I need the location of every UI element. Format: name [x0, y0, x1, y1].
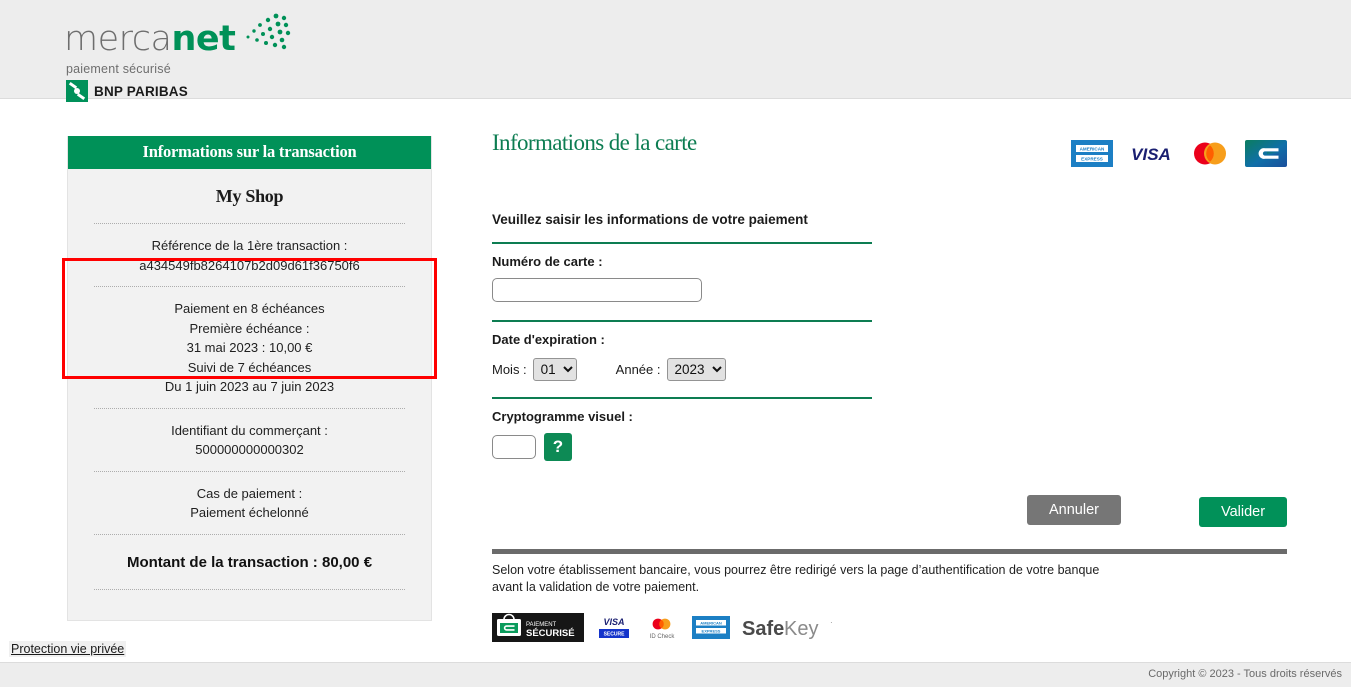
logo-wordmark: mercanet: [64, 19, 236, 59]
form-actions: Annuler Valider: [492, 495, 1287, 545]
svg-text:SÉCURISÉ: SÉCURISÉ: [526, 628, 575, 639]
mastercard-id-check-icon: ID Check: [644, 613, 680, 642]
merchant-id-block: Identifiant du commerçant : 500000000000…: [94, 409, 405, 471]
svg-text:·: ·: [830, 618, 833, 627]
mercanet-logo: mercanet paiement sécurisé BNP PARIBAS: [64, 12, 304, 102]
installment-count: Paiement en 8 échéances: [174, 301, 325, 316]
mastercard-icon: [1194, 142, 1226, 165]
cvv-help-button[interactable]: ?: [544, 433, 572, 461]
visa-secure-icon: VISA SECURE: [595, 613, 633, 642]
payment-case-block: Cas de paiement : Paiement échelonné: [94, 472, 405, 534]
svg-text:AMERICAN: AMERICAN: [1080, 147, 1105, 152]
submit-button[interactable]: Valider: [1199, 497, 1287, 527]
security-badges: PAIEMENT SÉCURISÉ VISA SECURE ID Check A…: [492, 613, 1287, 642]
cvv-label: Cryptogramme visuel :: [492, 409, 633, 424]
svg-text:VISA: VISA: [1131, 145, 1171, 164]
bank-redirect-disclaimer: Selon votre établissement bancaire, vous…: [492, 563, 1100, 594]
merchant-id-label: Identifiant du commerçant :: [171, 422, 328, 438]
transaction-reference-label: Référence de la 1ère transaction :: [151, 238, 348, 253]
logo-word-net: net: [171, 19, 236, 59]
transaction-amount-block: Montant de la transaction : 80,00 €: [94, 535, 405, 589]
cb-icon: [1245, 140, 1287, 167]
following-installments-label: Suivi de 7 échéances: [187, 359, 312, 375]
accepted-card-brands: AMERICAN EXPRESS VISA: [1071, 140, 1287, 167]
cvv-row: ?: [492, 433, 1287, 461]
safekey-wordmark-icon: Safe Key ·: [742, 618, 833, 640]
transaction-reference-block: Référence de la 1ère transaction : a4345…: [94, 224, 405, 286]
expiry-year-select[interactable]: 2023: [666, 358, 726, 381]
year-label: Année :: [615, 362, 661, 377]
svg-text:Safe: Safe: [742, 618, 784, 640]
copyright-text: Copyright © 2023 - Tous droits réservés: [1148, 668, 1342, 680]
divider: [492, 320, 872, 322]
transaction-amount-label: Montant de la transaction :: [126, 553, 318, 571]
card-form: Informations de la carte AMERICAN EXPRES…: [492, 128, 1287, 642]
divider: [492, 242, 872, 244]
svg-text:SECURE: SECURE: [604, 632, 626, 638]
transaction-panel-title: Informations sur la transaction: [68, 136, 431, 169]
amex-safekey-icon: AMERICAN EXPRESS: [692, 616, 730, 639]
first-installment-value: 31 mai 2023 : 10,00 €: [186, 340, 313, 355]
svg-text:AMERICAN: AMERICAN: [700, 620, 722, 625]
cancel-button[interactable]: Annuler: [1027, 495, 1121, 525]
svg-text:EXPRESS: EXPRESS: [1081, 157, 1103, 162]
bnp-star-icon: [66, 80, 88, 102]
month-label: Mois :: [492, 362, 527, 377]
cvv-input[interactable]: [492, 435, 536, 459]
logo-word-merca: merca: [64, 19, 172, 59]
paiement-securise-icon: PAIEMENT SÉCURISÉ: [492, 613, 584, 642]
privacy-policy-link[interactable]: Protection vie privée: [9, 641, 127, 657]
expiry-month-select[interactable]: 01: [532, 358, 577, 381]
divider: [492, 397, 872, 399]
shop-name: My Shop: [215, 186, 284, 206]
transaction-amount-value: 80,00 €: [321, 553, 373, 571]
form-intro-text: Veuillez saisir les informations de votr…: [492, 212, 808, 227]
installment-schedule-block: Paiement en 8 échéances Première échéanc…: [94, 287, 405, 408]
first-installment-label: Première échéance :: [189, 320, 310, 336]
american-express-icon: AMERICAN EXPRESS: [1071, 140, 1113, 167]
bnp-paribas-label: BNP PARIBAS: [94, 83, 188, 99]
svg-text:EXPRESS: EXPRESS: [702, 628, 721, 633]
transaction-reference-value: a434549fb8264107b2d09d61f36750f6: [139, 257, 360, 273]
svg-text:VISA: VISA: [603, 617, 624, 627]
following-installments-range: Du 1 juin 2023 au 7 juin 2023: [164, 379, 335, 394]
svg-text:Key: Key: [784, 618, 818, 640]
expiry-date-label: Date d'expiration :: [492, 332, 605, 347]
logo-tagline: paiement sécurisé: [66, 62, 171, 76]
payment-case-label: Cas de paiement :: [196, 485, 303, 501]
page-footer: Copyright © 2023 - Tous droits réservés: [0, 662, 1351, 687]
payment-case-value: Paiement échelonné: [190, 505, 309, 520]
transaction-info-panel: Informations sur la transaction My Shop …: [67, 136, 432, 621]
page-header: mercanet paiement sécurisé BNP PARIBAS: [0, 0, 1351, 102]
expiry-date-row: Mois : 01 Année : 2023: [492, 358, 1287, 381]
merchant-id-value: 500000000000302: [195, 442, 304, 457]
visa-icon: VISA: [1127, 140, 1175, 167]
svg-text:ID Check: ID Check: [650, 634, 676, 640]
section-divider: [492, 549, 1287, 554]
card-number-label: Numéro de carte :: [492, 254, 603, 269]
bnp-paribas-logo: BNP PARIBAS: [66, 80, 188, 102]
card-number-input[interactable]: [492, 278, 702, 302]
